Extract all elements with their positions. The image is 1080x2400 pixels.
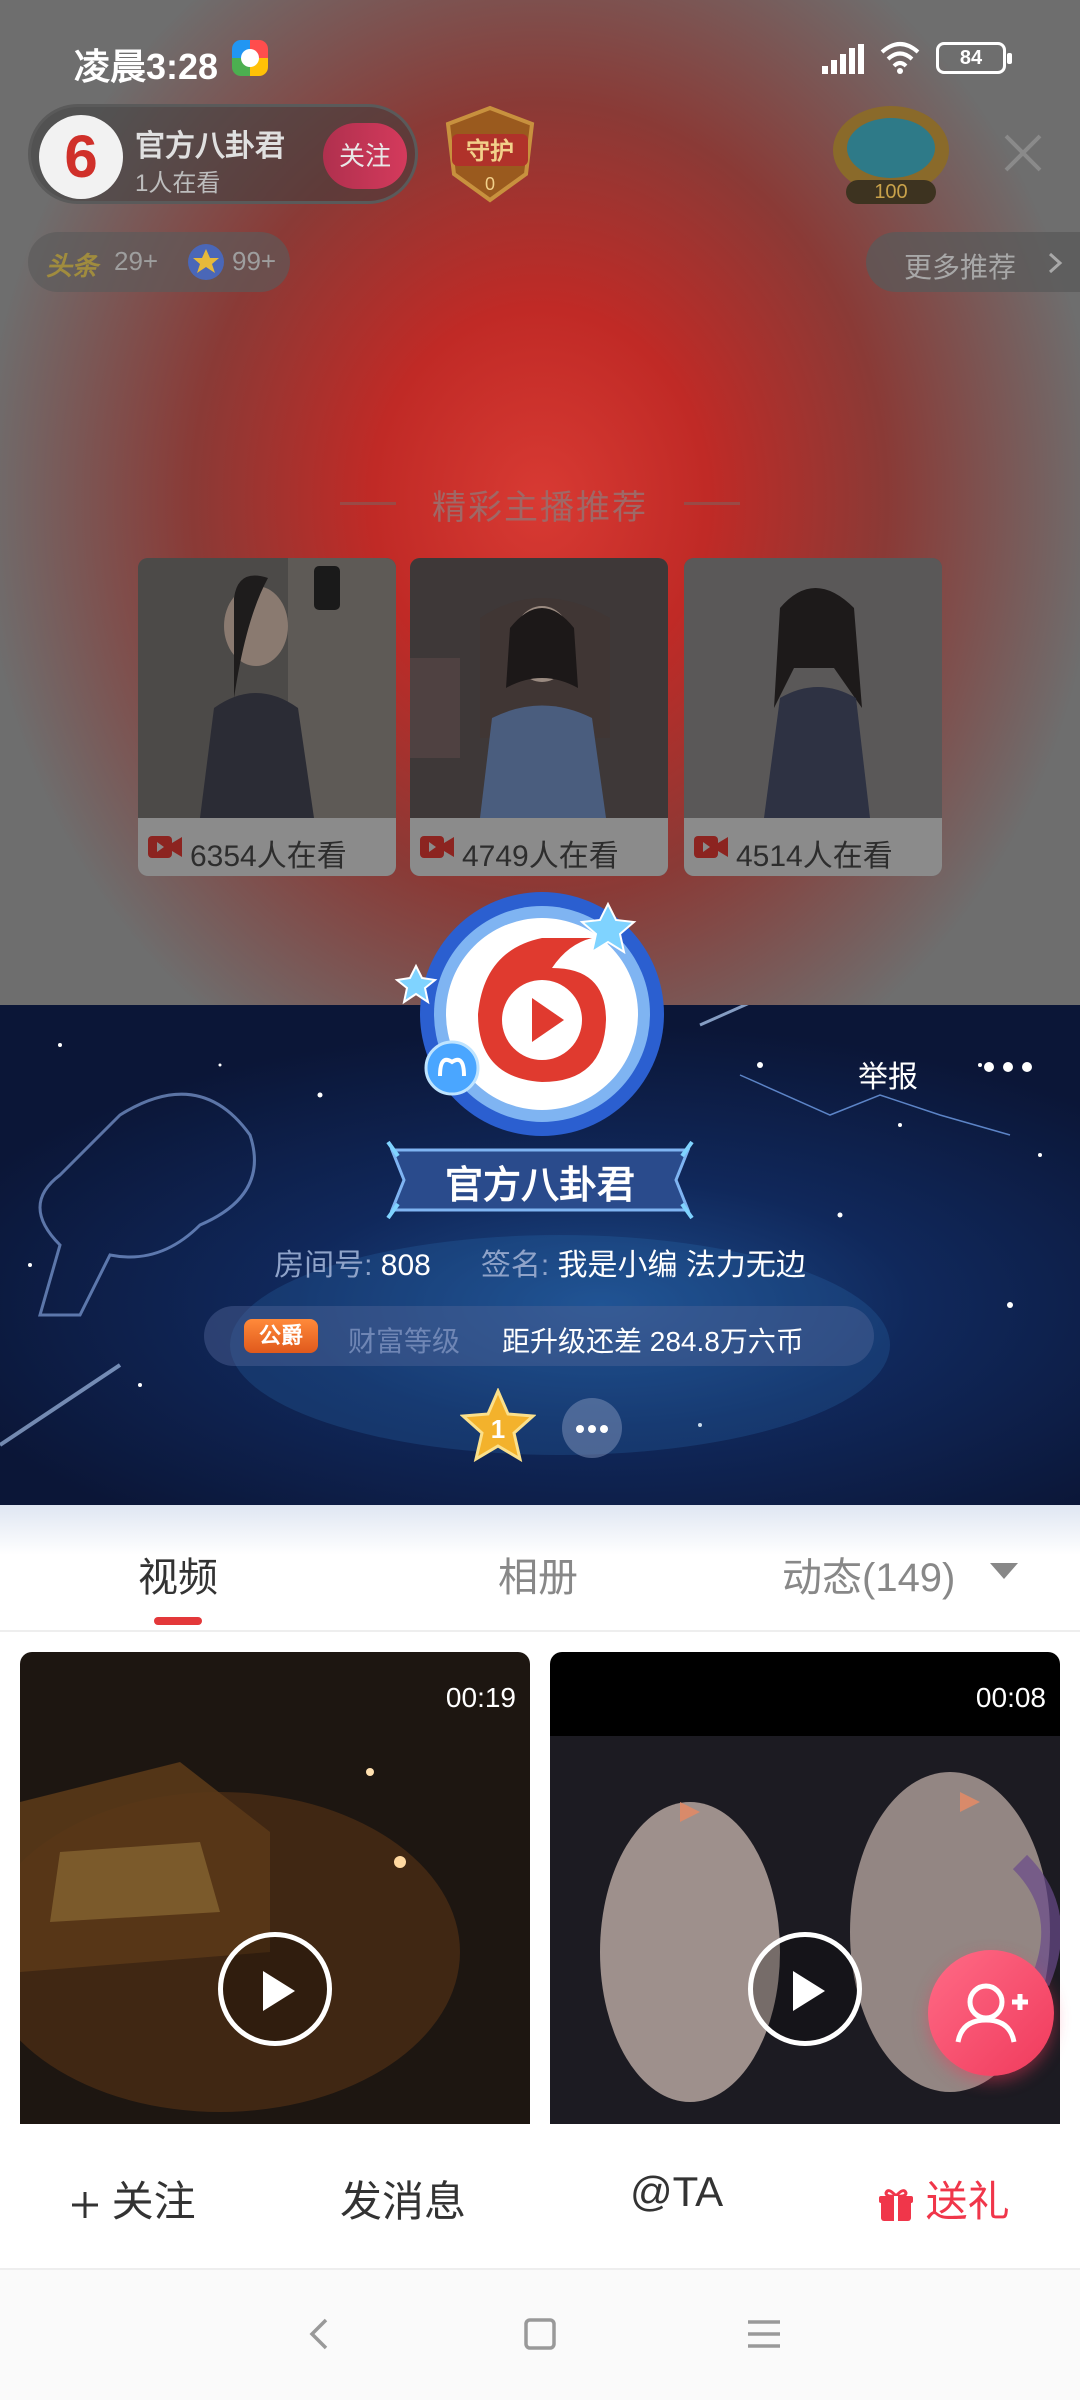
anchor-name: 官方八卦君 [135,130,285,163]
active-tab-indicator [154,1617,202,1625]
noble-badge: 公爵 [244,1319,318,1353]
guard-label: 守护 [466,137,514,165]
app-icon [232,40,268,76]
chevron-down-icon[interactable] [990,1563,1018,1579]
menu-icon[interactable] [744,2314,784,2354]
name-plate [386,1140,694,1220]
signature-label: 签名: [480,1249,550,1282]
level-star-icon[interactable]: 1 [460,1388,536,1464]
avatar[interactable]: 6 [39,115,123,199]
system-nav-bar [0,2270,1080,2400]
more-badges-button[interactable] [562,1398,622,1458]
recommend-card[interactable]: 4514人在看 [684,558,942,876]
back-icon[interactable] [300,2314,340,2354]
follow-button[interactable]: 关注 [70,2168,196,2229]
tab-feed[interactable]: 动态(149) [782,1545,955,1603]
signal-icon [822,44,864,74]
wifi-icon [880,42,920,74]
divider [340,502,396,505]
gift-button[interactable]: 送礼 [878,2168,1010,2229]
camera-icon [420,836,454,858]
room-info: 房间号: 808 签名: 我是小编 法力无边 [0,1240,1080,1284]
guard-badge[interactable]: 守护 0 [438,104,542,204]
hot-count: 29+ [114,246,159,276]
message-button[interactable]: 发消息 [340,2168,466,2229]
profile-tabs: 视频 相册 动态(149) [0,1505,1080,1632]
more-recommend-button[interactable]: 更多推荐 [866,232,1080,292]
viewer-count: 6354人在看 [190,840,347,873]
recommend-card[interactable]: 4749人在看 [410,558,668,876]
wealth-upgrade-gap: 距升级还差 284.8万六币 [502,1326,804,1357]
viewer-count: 4514人在看 [736,840,893,873]
video-duration: 00:08 [975,1682,1046,1713]
status-time: 凌晨3:28 [74,46,219,87]
chevron-right-icon [1048,252,1063,274]
star-count: 99+ [232,246,277,276]
star-icon [188,244,224,280]
recommend-card[interactable]: 6354人在看 [138,558,396,876]
more-options-icon[interactable] [982,1060,1034,1074]
add-friend-button[interactable] [928,1950,1054,2076]
hot-label: 头条 [46,251,99,281]
follow-label: 关注 [111,2178,196,2225]
report-link[interactable]: 举报 [858,1052,918,1096]
recommend-title: 精彩主播推荐 [432,489,648,527]
tab-album[interactable]: 相册 [498,1545,578,1603]
follow-anchor-button[interactable]: 关注 [323,123,407,189]
divider [684,502,740,505]
more-recommend-label: 更多推荐 [904,252,1017,283]
action-bar: 关注 发消息 @TA 送礼 [0,2124,1080,2270]
live-room-background: 凌晨3:28 84 6 官方八卦君 1人在看 关注 守护 0 100 头条 29… [0,0,1080,1005]
treasure-count: 100 [874,181,907,203]
battery-level: 84 [959,47,983,69]
mention-button[interactable]: @TA [630,2168,723,2216]
guard-count: 0 [485,174,495,194]
plus-icon [72,2191,98,2218]
close-icon[interactable] [998,128,1048,178]
anchor-logo-badge[interactable] [392,876,692,1166]
viewer-count: 4749人在看 [462,840,619,873]
recommend-header: 精彩主播推荐 [0,480,1080,530]
anchor-photo [684,558,942,818]
room-label: 房间号: [274,1249,373,1282]
treasure-chest-icon[interactable]: 100 [826,100,956,206]
gift-icon [879,2189,913,2221]
anchor-info-pill[interactable]: 6 官方八卦君 1人在看 关注 [28,104,418,204]
video-card[interactable]: 00:19 [20,1652,530,2124]
online-count: 1人在看 [135,170,221,197]
gift-label: 送礼 [925,2178,1010,2225]
video-duration: 00:19 [445,1682,516,1713]
hot-rank-chip[interactable]: 头条 29+ 99+ [28,232,290,292]
play-icon[interactable] [218,1932,332,2046]
tab-video[interactable]: 视频 [138,1545,218,1603]
play-icon[interactable] [748,1932,862,2046]
signature-text: 我是小编 法力无边 [557,1249,806,1282]
battery-icon: 84 [936,42,1012,74]
wealth-level-bar[interactable]: 公爵 财富等级 距升级还差 284.8万六币 [204,1306,874,1366]
room-number: 808 [380,1249,431,1282]
add-friend-icon [955,1983,1028,2043]
anchor-photo [138,558,396,818]
camera-icon [148,836,182,858]
anchor-photo [410,558,668,818]
video-thumbnail [20,1652,530,2124]
wealth-level-label: 财富等级 [348,1326,461,1357]
camera-icon [694,836,728,858]
home-icon[interactable] [520,2314,560,2354]
level-number: 1 [491,1414,505,1444]
